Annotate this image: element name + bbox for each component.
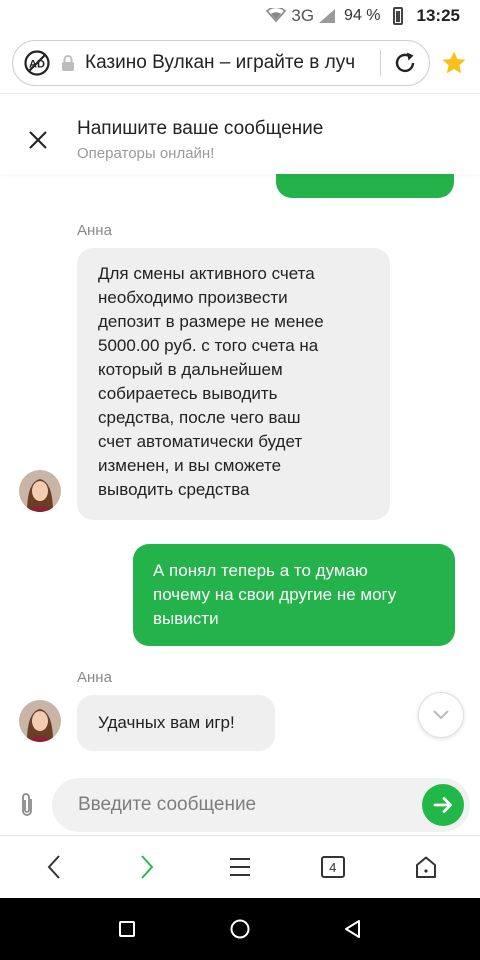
home-circle-icon[interactable] xyxy=(215,904,265,954)
menu-icon[interactable] xyxy=(210,842,270,892)
recents-icon[interactable] xyxy=(102,904,152,954)
system-nav-bar xyxy=(0,898,480,960)
message-line: вывисти xyxy=(153,609,219,628)
chat-messages[interactable]: Анна Для смены активного счета необходим… xyxy=(0,174,480,774)
adblock-icon[interactable]: AD xyxy=(23,49,51,77)
page-title-url[interactable]: Казино Вулкан – играйте в луч xyxy=(85,52,370,74)
forward-icon[interactable] xyxy=(117,842,177,892)
paperclip-icon[interactable] xyxy=(12,791,42,819)
battery-icon xyxy=(392,7,403,25)
chat-title: Напишите ваше сообщение xyxy=(77,118,324,139)
message-line: собираетесь выводить xyxy=(98,384,278,403)
message-line: который в дальнейшем xyxy=(98,360,283,379)
chevron-down-icon xyxy=(433,710,449,720)
back-triangle-icon[interactable] xyxy=(328,904,378,954)
message-line: Для смены активного счета xyxy=(98,264,315,283)
message-line: А понял теперь а то думаю xyxy=(153,561,368,580)
home-icon[interactable] xyxy=(396,842,456,892)
sender-name: Анна xyxy=(77,222,112,239)
battery-percent: 94 % xyxy=(344,7,381,24)
chat-header: Напишите ваше сообщение Операторы онлайн… xyxy=(0,94,480,174)
avatar xyxy=(19,470,61,512)
browser-bottom-nav: 4 xyxy=(0,836,480,898)
avatar xyxy=(19,700,61,742)
message-line: почему на свои другие не могу xyxy=(153,585,397,604)
send-button[interactable] xyxy=(422,783,464,826)
message-line: счет автоматически будет xyxy=(98,432,303,451)
browser-toolbar: AD Казино Вулкан – играйте в луч xyxy=(0,32,480,94)
message-line: 5000.00 руб. с того счета на xyxy=(98,336,319,355)
address-bar[interactable]: AD Казино Вулкан – играйте в луч xyxy=(12,39,430,86)
message-line: средства, после чего ваш xyxy=(98,408,301,427)
status-bar: 3G 94 % 13:25 xyxy=(0,0,480,32)
clock: 13:25 xyxy=(416,6,460,25)
cell-signal-icon xyxy=(319,9,336,23)
send-icon xyxy=(433,796,452,813)
user-message: А понял теперь а то думаю почему на свои… xyxy=(133,544,455,646)
message-line: выводить средства xyxy=(98,480,250,499)
network-indicator: 3G xyxy=(265,6,336,26)
chat-subtitle: Операторы онлайн! xyxy=(77,145,215,162)
signal-icon xyxy=(266,8,287,23)
message-input-wrapper xyxy=(52,777,470,832)
message-line: Удачных вам игр! xyxy=(98,713,235,732)
divider xyxy=(380,49,381,76)
lock-icon xyxy=(61,54,75,72)
reload-icon[interactable] xyxy=(391,49,419,77)
message-input[interactable] xyxy=(78,793,422,816)
agent-message: Удачных вам игр! xyxy=(77,695,275,751)
message-composer xyxy=(0,774,480,836)
message-line: депозит в размере не менее xyxy=(98,312,324,331)
agent-message: Для смены активного счета необходимо про… xyxy=(77,248,390,520)
scroll-down-button[interactable] xyxy=(418,692,464,738)
user-message-partial xyxy=(276,174,454,198)
message-line: изменен, и вы сможете xyxy=(98,456,282,475)
back-icon[interactable] xyxy=(24,842,84,892)
message-line: необходимо произвести xyxy=(98,288,288,307)
network-type: 3G xyxy=(291,6,315,25)
close-icon[interactable] xyxy=(20,122,56,158)
star-icon[interactable] xyxy=(440,49,468,77)
tab-count: 4 xyxy=(320,856,345,878)
tabs-icon[interactable]: 4 xyxy=(303,842,363,892)
sender-name: Анна xyxy=(77,669,112,686)
